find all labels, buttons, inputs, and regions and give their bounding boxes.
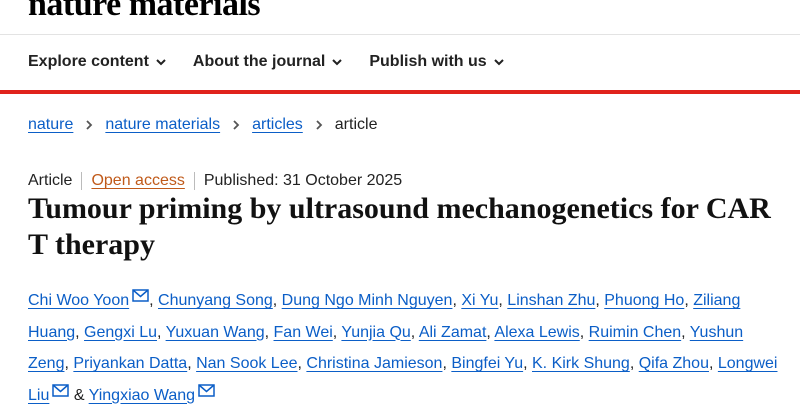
author-name[interactable]: Qifa Zhou <box>639 355 709 372</box>
breadcrumb: nature nature materials articles article <box>28 116 377 134</box>
mail-icon[interactable] <box>132 289 149 302</box>
author-name[interactable]: Christina Jamieson <box>306 355 442 372</box>
nav-about-the-journal[interactable]: About the journal <box>193 53 343 71</box>
chevron-right-icon <box>314 119 324 131</box>
author-name[interactable]: Fan Wei <box>274 324 333 341</box>
author-name[interactable]: Gengxi Lu <box>84 324 157 341</box>
author-list: Chi Woo Yoon, Chunyang Song, Dung Ngo Mi… <box>28 285 788 411</box>
author-name[interactable]: Ali Zamat <box>419 324 487 341</box>
author-conjunction: & <box>73 386 85 404</box>
mail-icon[interactable] <box>52 383 70 397</box>
author-name[interactable]: K. Kirk Shung <box>532 355 630 372</box>
author-name[interactable]: Priyankan Datta <box>73 355 187 372</box>
chevron-right-icon <box>231 119 241 131</box>
author-name[interactable]: Xi Yu <box>461 292 498 309</box>
nav-publish-with-us[interactable]: Publish with us <box>369 53 504 71</box>
author-name[interactable]: Phuong Ho <box>604 292 684 309</box>
article-type: Article <box>28 172 73 189</box>
author-name[interactable]: Linshan Zhu <box>507 292 595 309</box>
nav-explore-content-label: Explore content <box>28 53 149 70</box>
mail-icon[interactable] <box>198 383 215 397</box>
author-name[interactable]: Yuxuan Wang <box>166 324 265 341</box>
breadcrumb-nature-materials[interactable]: nature materials <box>105 116 220 134</box>
author-name[interactable]: Chunyang Song <box>158 292 273 309</box>
main-nav: Explore content About the journal Publis… <box>28 50 531 74</box>
meta-divider <box>193 172 195 190</box>
author-name[interactable]: Ruimin Chen <box>589 324 681 341</box>
meta-divider <box>81 172 83 190</box>
author-name[interactable]: Yunjia Qu <box>341 324 410 341</box>
author-name[interactable]: Yingxiao Wang <box>89 387 195 404</box>
article-meta: Article Open access Published: 31 Octobe… <box>28 172 402 190</box>
breadcrumb-current: article <box>334 116 378 133</box>
author-name[interactable]: Nan Sook Lee <box>196 355 297 372</box>
article-title: Tumour priming by ultrasound mechanogene… <box>28 192 771 261</box>
header-accent-bar <box>0 90 800 94</box>
chevron-down-icon <box>155 56 167 68</box>
author-name[interactable]: Bingfei Yu <box>451 355 523 372</box>
author-name[interactable]: Dung Ngo Minh Nguyen <box>282 292 453 309</box>
nav-publish-with-us-label: Publish with us <box>369 53 487 70</box>
chevron-down-icon <box>331 56 343 68</box>
published-date: Published: 31 October 2025 <box>203 172 403 189</box>
breadcrumb-nature[interactable]: nature <box>28 116 73 134</box>
open-access-link[interactable]: Open access <box>91 172 184 190</box>
journal-logo[interactable]: nature materials <box>28 0 261 24</box>
header-divider <box>0 34 800 35</box>
nav-about-the-journal-label: About the journal <box>192 53 326 70</box>
chevron-down-icon <box>493 56 505 68</box>
author-name[interactable]: Chi Woo Yoon <box>28 292 129 309</box>
author-name[interactable]: Alexa Lewis <box>494 324 579 341</box>
nav-explore-content[interactable]: Explore content <box>28 53 167 71</box>
breadcrumb-articles[interactable]: articles <box>252 116 303 134</box>
chevron-right-icon <box>84 119 94 131</box>
